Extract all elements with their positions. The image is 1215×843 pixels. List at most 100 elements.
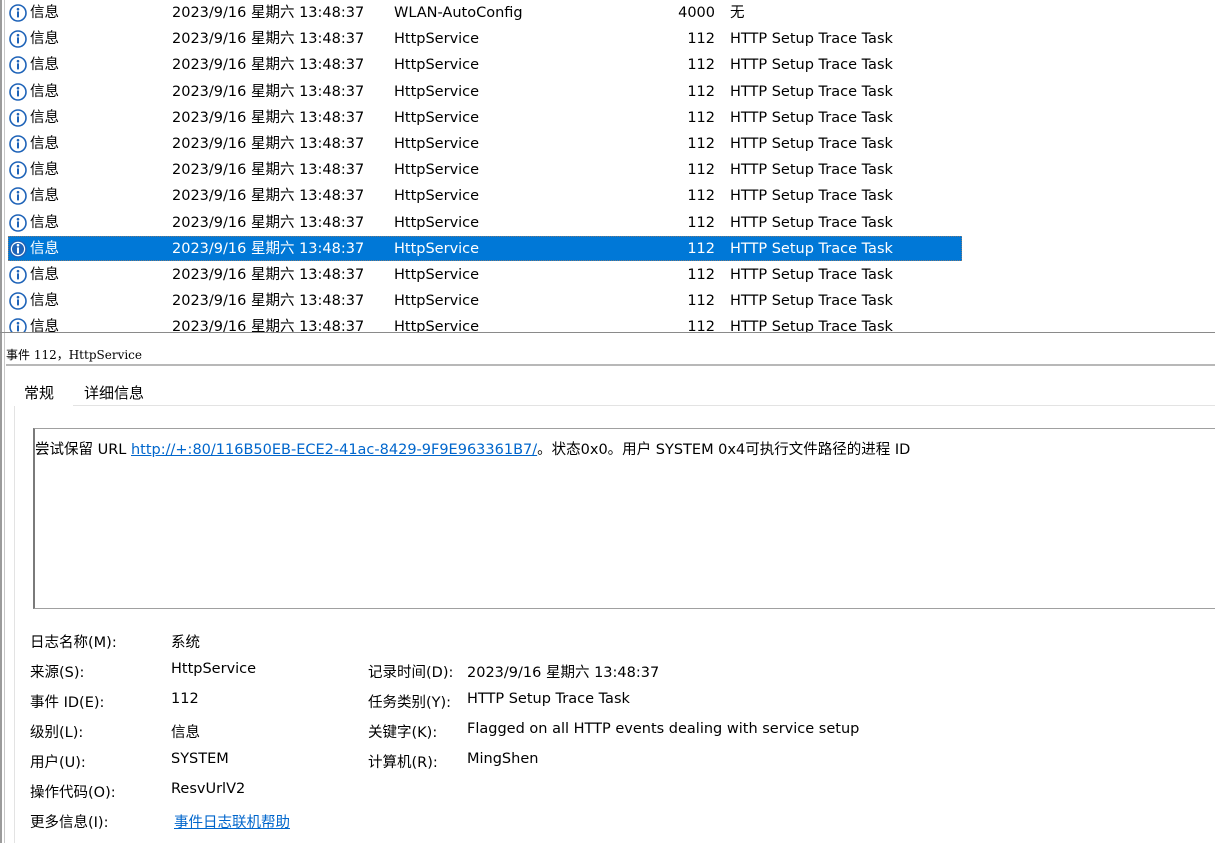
event-task: HTTP Setup Trace Task xyxy=(730,136,893,152)
event-level: 信息 xyxy=(30,83,59,100)
event-source: HttpService xyxy=(394,267,480,283)
computer-value: MingShen xyxy=(467,751,539,767)
window-left-border-inner xyxy=(4,0,5,843)
event-task: HTTP Setup Trace Task xyxy=(730,188,893,205)
event-level: 信息 xyxy=(30,319,59,332)
event-level: 信息 xyxy=(30,267,59,283)
event-row[interactable]: 信息 2023/9/16 星期六 13:48:37 HttpService 112 HT… xyxy=(6,79,1215,105)
info-icon xyxy=(9,30,27,48)
event-list[interactable]: 信息 2023/9/16 星期六 13:48:37 WLAN-AutoConfig 4… xyxy=(6,0,1215,332)
info-icon xyxy=(9,108,27,127)
info-icon xyxy=(9,135,27,153)
log-name-label: 日志名称(M): xyxy=(30,635,117,651)
event-id: 4000 xyxy=(678,5,715,21)
event-row[interactable]: 信息 2023/9/16 星期六 13:48:37 HttpService 112 HT… xyxy=(6,235,1215,262)
more-info-label: 更多信息(I): xyxy=(30,815,109,831)
event-id: 112 xyxy=(687,31,715,48)
window-left-border xyxy=(0,0,2,843)
event-task: HTTP Setup Trace Task xyxy=(730,83,893,100)
event-task: HTTP Setup Trace Task xyxy=(730,109,893,126)
event-source: HttpService xyxy=(394,240,480,257)
info-icon xyxy=(9,161,27,179)
event-date: 2023/9/16 星期六 13:48:37 xyxy=(172,5,365,21)
event-source: HttpService xyxy=(394,162,480,179)
event-level: 信息 xyxy=(30,240,59,257)
event-row[interactable]: 信息 2023/9/16 星期六 13:48:37 HttpService 112 HT… xyxy=(6,288,1215,314)
event-date: 2023/9/16 星期六 13:48:37 xyxy=(172,83,365,100)
description-text: 尝试保留 URL http://+:80/116B50EB-ECE2-41ac-… xyxy=(35,438,910,459)
splitter[interactable] xyxy=(0,332,1215,333)
event-date: 2023/9/16 星期六 13:48:37 xyxy=(172,31,365,48)
event-source: HttpService xyxy=(394,57,480,74)
event-source: HttpService xyxy=(394,319,480,332)
task-category-label: 任务类别(Y): xyxy=(368,695,452,711)
event-id: 112 xyxy=(687,162,715,179)
event-source: HttpService xyxy=(394,214,480,231)
event-level: 信息 xyxy=(30,136,59,152)
logged-value: 2023/9/16 星期六 13:48:37 xyxy=(467,665,660,681)
detail-header xyxy=(6,336,1215,366)
tab-general[interactable]: 常规 xyxy=(24,382,54,403)
info-icon xyxy=(9,213,27,232)
event-task: HTTP Setup Trace Task xyxy=(730,214,893,231)
info-icon xyxy=(9,56,27,75)
event-id: 112 xyxy=(687,136,715,152)
event-level: 信息 xyxy=(30,188,59,205)
event-id: 112 xyxy=(687,267,715,283)
event-row[interactable]: 信息 2023/9/16 星期六 13:48:37 HttpService 112 HT… xyxy=(6,262,1215,288)
event-row[interactable]: 信息 2023/9/16 星期六 13:48:37 HttpService 112 HT… xyxy=(6,131,1215,157)
event-task: 无 xyxy=(730,5,745,21)
event-date: 2023/9/16 星期六 13:48:37 xyxy=(172,109,365,126)
description-url-link[interactable]: http://+:80/116B50EB-ECE2-41ac-8429-9F9E… xyxy=(131,442,537,458)
event-task: HTTP Setup Trace Task xyxy=(730,293,893,310)
level-value: 信息 xyxy=(171,725,200,741)
event-row[interactable]: 信息 2023/9/16 星期六 13:48:37 HttpService 112 HT… xyxy=(6,210,1215,236)
event-row[interactable]: 信息 2023/9/16 星期六 13:48:37 HttpService 112 HT… xyxy=(6,26,1215,52)
info-icon xyxy=(9,292,27,310)
event-row[interactable]: 信息 2023/9/16 星期六 13:48:37 WLAN-AutoConfig 4… xyxy=(6,0,1215,26)
event-id: 112 xyxy=(687,109,715,126)
event-row[interactable]: 信息 2023/9/16 星期六 13:48:37 HttpService 112 HT… xyxy=(6,314,1215,332)
event-source: HttpService xyxy=(394,83,480,100)
event-source: HttpService xyxy=(394,188,480,205)
source-label: 来源(S): xyxy=(30,665,85,681)
event-date: 2023/9/16 星期六 13:48:37 xyxy=(172,214,365,231)
event-id-label: 事件 ID(E): xyxy=(30,695,105,711)
event-task: HTTP Setup Trace Task xyxy=(730,57,893,74)
event-row[interactable]: 信息 2023/9/16 星期六 13:48:37 HttpService 112 HT… xyxy=(6,105,1215,131)
event-id: 112 xyxy=(687,57,715,74)
logged-label: 记录时间(D): xyxy=(368,665,454,681)
info-icon xyxy=(9,239,27,258)
info-icon xyxy=(9,82,27,101)
event-log-online-help-link[interactable]: 事件日志联机帮助 xyxy=(174,811,290,832)
source-value: HttpService xyxy=(171,661,257,677)
event-row[interactable]: 信息 2023/9/16 星期六 13:48:37 HttpService 112 HT… xyxy=(6,183,1215,209)
event-task: HTTP Setup Trace Task xyxy=(730,240,893,257)
opcode-label: 操作代码(O): xyxy=(30,785,116,801)
tab-details[interactable]: 详细信息 xyxy=(84,382,144,403)
info-icon xyxy=(9,187,27,206)
event-task: HTTP Setup Trace Task xyxy=(730,267,893,283)
event-id: 112 xyxy=(687,240,715,257)
event-date: 2023/9/16 星期六 13:48:37 xyxy=(172,188,365,205)
event-task: HTTP Setup Trace Task xyxy=(730,162,893,179)
description-suffix: 。状态0x0。用户 SYSTEM 0x4可执行文件路径的进程 ID xyxy=(537,442,911,458)
event-title: 事件 112，HttpService xyxy=(6,348,143,362)
log-name-value: 系统 xyxy=(171,635,200,651)
user-value: SYSTEM xyxy=(171,751,229,767)
event-row[interactable]: 信息 2023/9/16 星期六 13:48:37 HttpService 112 HT… xyxy=(6,52,1215,78)
event-level: 信息 xyxy=(30,109,59,126)
event-source: HttpService xyxy=(394,109,480,126)
description-prefix: 尝试保留 URL xyxy=(35,442,131,458)
event-date: 2023/9/16 星期六 13:48:37 xyxy=(172,136,365,152)
user-label: 用户(U): xyxy=(30,755,86,771)
event-source: HttpService xyxy=(394,31,480,48)
info-icon xyxy=(9,4,27,22)
event-date: 2023/9/16 星期六 13:48:37 xyxy=(172,293,365,310)
event-date: 2023/9/16 星期六 13:48:37 xyxy=(172,267,365,283)
event-source: HttpService xyxy=(394,136,480,152)
task-category-value: HTTP Setup Trace Task xyxy=(467,691,630,707)
event-date: 2023/9/16 星期六 13:48:37 xyxy=(172,319,365,332)
event-id-value: 112 xyxy=(171,691,199,707)
event-row[interactable]: 信息 2023/9/16 星期六 13:48:37 HttpService 112 HT… xyxy=(6,157,1215,183)
